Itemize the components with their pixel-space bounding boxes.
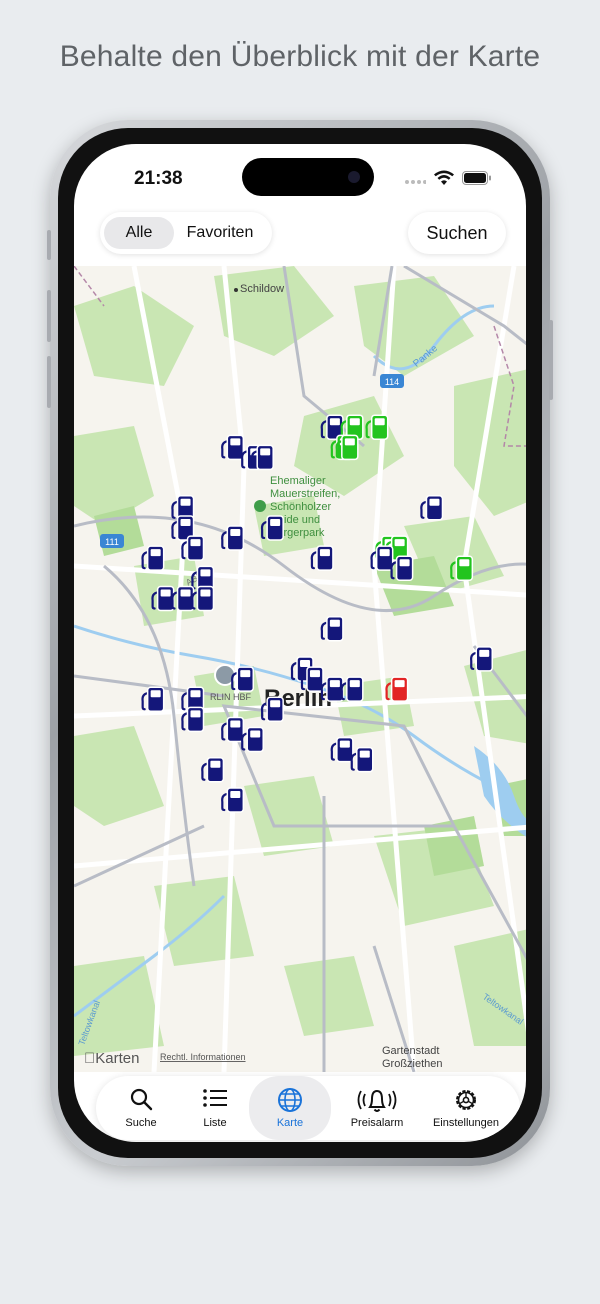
tab-liste[interactable]: Liste xyxy=(184,1076,246,1140)
battery-icon xyxy=(462,171,492,190)
legal-link[interactable]: Rechtl. Informationen xyxy=(160,1052,246,1062)
phone-screen: 114 111 Schildow Panke ABE Ehemaliger Ma… xyxy=(74,144,526,1142)
svg-text:111: 111 xyxy=(105,537,119,547)
svg-text:Schönholzer: Schönholzer xyxy=(270,501,331,513)
phone-frame: 114 111 Schildow Panke ABE Ehemaliger Ma… xyxy=(47,120,553,1166)
svg-text:Mauerstreifen,: Mauerstreifen, xyxy=(270,488,340,500)
volume-up-button xyxy=(47,290,51,342)
place-label-gartenstadt: Gartenstadt Großziethen xyxy=(382,1045,443,1070)
tab-suche[interactable]: Suche xyxy=(108,1076,174,1140)
magnifier-icon xyxy=(129,1087,153,1114)
maps-attribution: Karten xyxy=(84,1050,139,1067)
road-shield-111: 111 xyxy=(100,534,124,548)
hbf-label: RLIN HBF xyxy=(210,692,252,702)
search-button[interactable]: Suchen xyxy=(408,212,506,254)
svg-text:Gartenstadt: Gartenstadt xyxy=(382,1045,439,1057)
headline: Behalte den Überblick mit der Karte xyxy=(59,40,541,73)
list-icon xyxy=(202,1087,228,1112)
map[interactable]: 114 111 Schildow Panke ABE Ehemaliger Ma… xyxy=(74,266,526,1072)
tab-bar: Suche Liste Karte Preisalarm Einstellung… xyxy=(96,1076,520,1140)
status-time: 21:38 xyxy=(134,168,183,189)
volume-down-button xyxy=(47,356,51,408)
tab-preisalarm[interactable]: Preisalarm xyxy=(334,1076,420,1140)
place-label-schildow: Schildow xyxy=(240,283,284,295)
signal-dots-icon xyxy=(404,172,427,190)
filter-all[interactable]: Alle xyxy=(104,217,174,249)
svg-text:114: 114 xyxy=(385,377,399,387)
svg-text:Großziethen: Großziethen xyxy=(382,1058,443,1070)
power-button xyxy=(549,320,553,400)
tab-einstellungen[interactable]: Einstellungen xyxy=(420,1076,512,1140)
wifi-icon xyxy=(434,170,454,191)
mute-switch xyxy=(47,230,51,260)
filter-favorites[interactable]: Favoriten xyxy=(174,217,266,249)
filter-segmented-control: Alle Favoriten xyxy=(100,212,272,254)
svg-text:Ehemaliger: Ehemaliger xyxy=(270,475,326,487)
globe-icon xyxy=(277,1087,303,1116)
dynamic-island xyxy=(242,158,374,196)
tab-karte[interactable]: Karte xyxy=(249,1076,331,1140)
park-marker-icon xyxy=(254,500,266,512)
status-icons xyxy=(404,170,492,191)
gear-icon xyxy=(453,1087,479,1116)
bell-icon xyxy=(355,1087,399,1116)
road-shield-114: 114 xyxy=(380,374,404,388)
